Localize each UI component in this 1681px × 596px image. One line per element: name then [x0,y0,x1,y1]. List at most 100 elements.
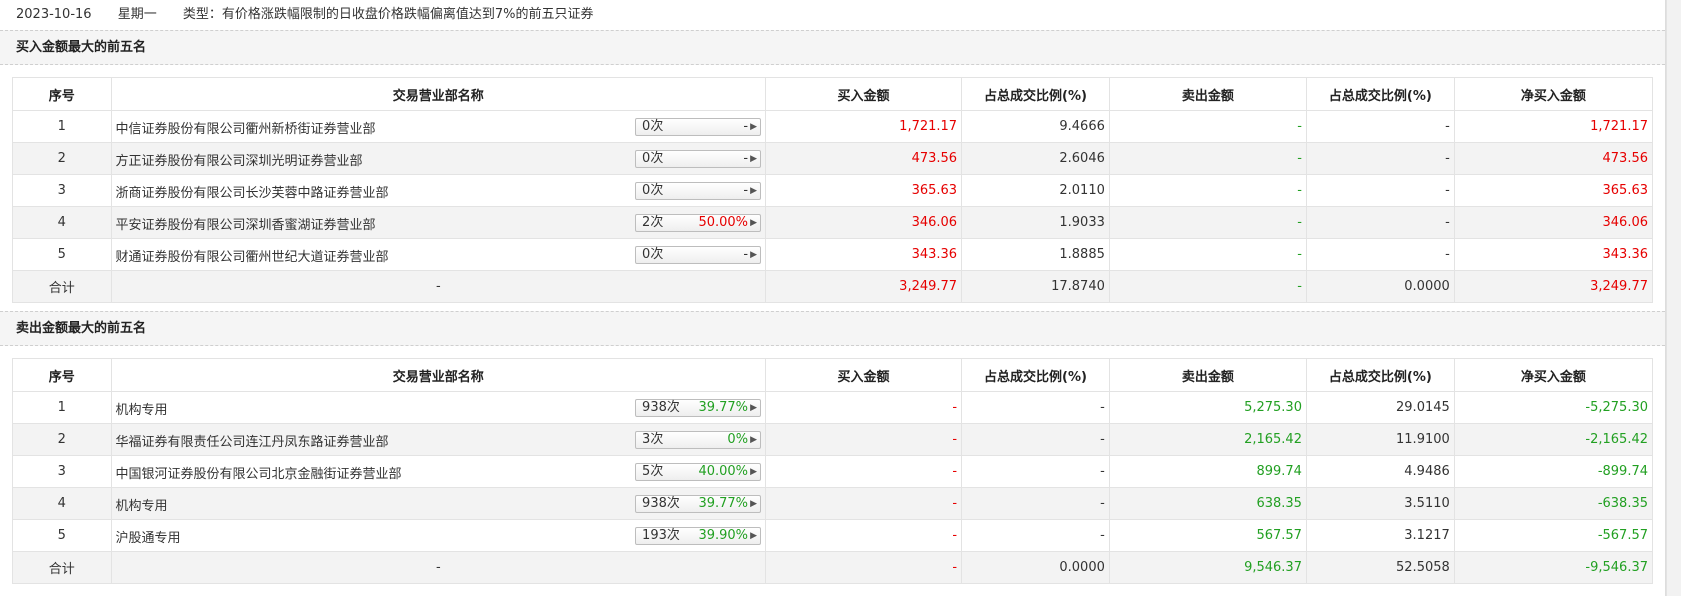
buy-amount: 346.06 [765,206,963,239]
win-rate: 0% [727,432,749,447]
buy-ratio: - [961,487,1110,520]
sell-ratio: - [1305,238,1455,271]
broker-history-button[interactable]: 2次 50.00% ▶ [635,214,762,232]
row-index: 1 [12,110,112,143]
total-label: 合计 [12,270,112,303]
listing-count: 0次 [642,247,664,262]
net-buy-amount: 343.36 [1453,238,1654,271]
sell-ratio: 4.9486 [1305,455,1455,488]
broker-history-button[interactable]: 0次 - ▶ [635,246,762,264]
play-right-icon: ▶ [750,403,758,413]
win-rate: 39.90% [698,528,749,543]
broker-history-button[interactable]: 938次 39.77% ▶ [635,399,762,417]
table-header-row: 序号 交易营业部名称 买入金额 占总成交比例(%) 卖出金额 占总成交比例(%) 净买入金额 [12,358,1654,392]
play-right-icon: ▶ [750,154,758,164]
row-index: 3 [12,455,112,488]
column-header: 买入金额 [765,358,963,392]
weekday: 星期一 [117,7,157,22]
broker-name-cell: 沪股通专用 193次 39.90% ▶ [110,519,767,552]
table-row: 1 机构专用 938次 39.77% ▶ - -5,275.30 29.0145 -5,275.… [12,391,1654,424]
listing-count: 3次 [642,432,664,447]
play-right-icon: ▶ [750,467,758,477]
total-buy-ratio: 17.8740 [961,270,1110,303]
win-rate: 39.77% [698,496,749,511]
broker-name: 方正证券股份有限公司深圳光明证券营业部 [115,154,363,169]
sell-amount: 5,275.30 [1108,391,1307,424]
net-buy-amount: -899.74 [1453,455,1654,488]
column-header: 买入金额 [765,77,963,111]
net-buy-amount: -567.57 [1453,519,1654,552]
table-row: 2 华福证券有限责任公司连江丹凤东路证券营业部 3次 0% ▶ - -2,165.42 11.… [12,423,1654,456]
play-right-icon: ▶ [750,250,758,260]
column-header: 序号 [12,358,112,392]
sell-ratio: - [1305,110,1455,143]
broker-history-button[interactable]: 0次 - ▶ [635,150,762,168]
total-name: - [110,270,767,303]
play-right-icon: ▶ [750,531,758,541]
buy-ratio: 2.0110 [961,174,1110,207]
row-index: 2 [12,423,112,456]
buy-ratio: 9.4666 [961,110,1110,143]
vertical-scrollbar[interactable] [1666,0,1681,596]
buy-amount: - [765,455,963,488]
listing-count: 5次 [642,464,664,479]
play-right-icon: ▶ [750,186,758,196]
broker-name-cell: 平安证券股份有限公司深圳香蜜湖证券营业部 2次 50.00% ▶ [110,206,767,239]
net-buy-amount: 365.63 [1453,174,1654,207]
sell-amount: 899.74 [1108,455,1307,488]
net-buy-amount: -5,275.30 [1453,391,1654,424]
buy-amount: 473.56 [765,142,963,175]
broker-history-button[interactable]: 5次 40.00% ▶ [635,463,762,481]
listing-count: 938次 [642,496,680,511]
row-index: 1 [12,391,112,424]
buy-amount: 365.63 [765,174,963,207]
broker-name: 机构专用 [115,499,168,514]
broker-history-button[interactable]: 938次 39.77% ▶ [635,495,762,513]
win-rate: 39.77% [698,400,749,415]
buy-table-wrap: 序号 交易营业部名称 买入金额 占总成交比例(%) 卖出金额 占总成交比例(%) 净买入金额… [0,65,1665,311]
table-row: 5 沪股通专用 193次 39.90% ▶ - -567.57 3.1217 -567.57 [12,519,1654,552]
table-row: 3 浙商证券股份有限公司长沙芙蓉中路证券营业部 0次 - ▶ 365.63 2.0110- -… [12,174,1654,207]
broker-name: 财通证券股份有限公司衢州世纪大道证券营业部 [115,250,389,265]
broker-history-button[interactable]: 193次 39.90% ▶ [635,527,762,545]
sell-amount: 2,165.42 [1108,423,1307,456]
broker-name-cell: 财通证券股份有限公司衢州世纪大道证券营业部 0次 - ▶ [110,238,767,271]
listing-count: 0次 [642,183,664,198]
broker-name-cell: 机构专用 938次 39.77% ▶ [110,391,767,424]
broker-name-cell: 机构专用 938次 39.77% ▶ [110,487,767,520]
broker-history-button[interactable]: 3次 0% ▶ [635,431,762,449]
column-header: 交易营业部名称 [110,77,767,111]
total-sell-amount: - [1108,270,1307,303]
play-right-icon: ▶ [750,218,758,228]
row-index: 3 [12,174,112,207]
sell-amount: - [1108,206,1307,239]
total-row: 合计 - -0.0000 9,546.37 52.5058 -9,546.37 [12,551,1654,584]
play-right-icon: ▶ [750,435,758,445]
buy-ratio: 1.8885 [961,238,1110,271]
column-header: 占总成交比例(%) [961,77,1110,111]
net-buy-amount: 1,721.17 [1453,110,1654,143]
total-buy-amount: 3,249.77 [765,270,963,303]
buy-ratio: - [961,455,1110,488]
sell-ratio: - [1305,174,1455,207]
sell-ratio: - [1305,142,1455,175]
win-rate: - [743,183,749,198]
sell-table-wrap: 序号 交易营业部名称 买入金额 占总成交比例(%) 卖出金额 占总成交比例(%) 净买入金额… [0,346,1665,592]
sell-amount: - [1108,142,1307,175]
listing-count: 0次 [642,119,664,134]
column-header: 占总成交比例(%) [1305,358,1455,392]
play-right-icon: ▶ [750,122,758,132]
listing-count: 0次 [642,151,664,166]
broker-history-button[interactable]: 0次 - ▶ [635,118,762,136]
table-row: 3 中国银河证券股份有限公司北京金融街证券营业部 5次 40.00% ▶ - -899.74… [12,455,1654,488]
win-rate: - [743,247,749,262]
sell-top5-table: 序号 交易营业部名称 买入金额 占总成交比例(%) 卖出金额 占总成交比例(%) 净买入金额… [12,358,1654,584]
net-buy-amount: 346.06 [1453,206,1654,239]
header-bar: 2023-10-16 星期一 类型：有价格涨跌幅限制的日收盘价格跌幅偏离值达到7… [0,0,1665,30]
broker-name: 平安证券股份有限公司深圳香蜜湖证券营业部 [115,218,376,233]
broker-history-button[interactable]: 0次 - ▶ [635,182,762,200]
net-buy-amount: -2,165.42 [1453,423,1654,456]
sell-ratio: - [1305,206,1455,239]
list-type: 类型：有价格涨跌幅限制的日收盘价格跌幅偏离值达到7%的前五只证券 [182,7,594,22]
buy-ratio: - [961,423,1110,456]
